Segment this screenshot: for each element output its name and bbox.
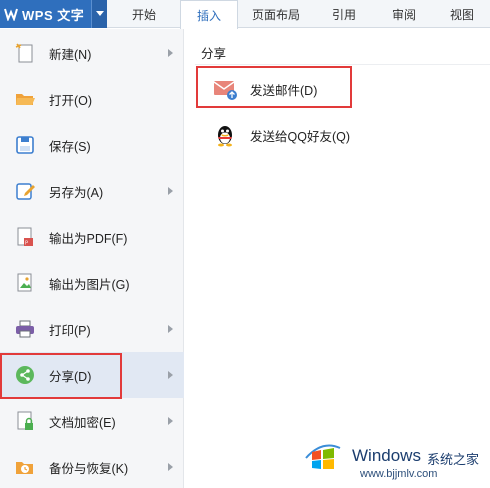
menu-item-open[interactable]: 打开(O) [0,76,184,122]
highlight-box-email [196,66,352,108]
menu-item-save-as[interactable]: 另存为(A) [0,168,184,214]
watermark-subtitle: 系统之家 [427,452,480,467]
menu-item-label: 输出为图片(G) [49,277,130,292]
tab-insert[interactable]: 插入 [180,0,238,29]
app-title: WPS 文字 [22,7,85,23]
svg-text:P: P [25,241,28,247]
tab-review[interactable]: 审阅 [374,0,434,28]
menu-item-new[interactable]: 新建(N) [0,30,184,76]
app-menu-button[interactable]: WPS 文字 [0,0,107,28]
tab-start[interactable]: 开始 [108,0,180,28]
tab-references[interactable]: 引用 [314,0,374,28]
highlight-box-share [0,353,122,399]
menu-item-export-image[interactable]: 输出为图片(G) [0,260,184,306]
divider [195,64,490,65]
file-menu: 新建(N) 打开(O) 保存(S) 另存为(A) P 输出为PDF(F) 输出为… [0,29,184,488]
chevron-down-icon[interactable] [91,0,107,28]
encrypt-document-icon [14,410,36,432]
menu-item-label: 备份与恢复(K) [49,461,129,476]
export-pdf-icon: P [14,226,36,248]
save-as-icon [14,180,36,202]
save-icon [14,134,36,156]
menu-item-label: 打开(O) [49,93,93,108]
menu-item-print[interactable]: 打印(P) [0,306,184,352]
menu-item-label: 新建(N) [49,47,92,62]
ribbon-tabs: 开始 插入 页面布局 引用 审阅 视图 [108,0,490,29]
share-item-qq[interactable]: 发送给QQ好友(Q) [197,115,477,155]
menu-item-label: 保存(S) [49,139,91,154]
open-folder-icon [14,88,36,110]
qq-penguin-icon [213,123,237,147]
chevron-right-icon [168,187,173,195]
chevron-right-icon [168,325,173,333]
print-icon [14,318,36,340]
menu-item-save[interactable]: 保存(S) [0,122,184,168]
tab-view[interactable]: 视图 [434,0,490,28]
share-item-label: 发送给QQ好友(Q) [250,129,350,144]
wps-w-logo-icon [4,7,18,22]
windows-logo-icon [304,438,342,472]
backup-restore-icon [14,456,36,478]
watermark-title: Windows [352,446,421,465]
export-image-icon [14,272,36,294]
tab-page-layout[interactable]: 页面布局 [238,0,314,28]
share-pane-title: 分享 [201,47,227,61]
chevron-right-icon [168,417,173,425]
menu-item-encrypt[interactable]: 文档加密(E) [0,398,184,444]
watermark-url: www.bjjmlv.com [360,468,438,480]
chevron-right-icon [168,49,173,57]
menu-item-label: 打印(P) [49,323,91,338]
menu-item-label: 另存为(A) [49,185,104,200]
new-document-icon [14,42,36,64]
menu-item-backup[interactable]: 备份与恢复(K) [0,444,184,488]
menu-item-label: 输出为PDF(F) [49,231,128,246]
chevron-right-icon [168,463,173,471]
chevron-right-icon [168,371,173,379]
menu-item-export-pdf[interactable]: P 输出为PDF(F) [0,214,184,260]
title-bar: WPS 文字 开始 插入 页面布局 引用 审阅 视图 [0,0,490,29]
menu-item-label: 文档加密(E) [49,415,116,430]
watermark: Windows 系统之家 www.bjjmlv.com [300,432,490,488]
